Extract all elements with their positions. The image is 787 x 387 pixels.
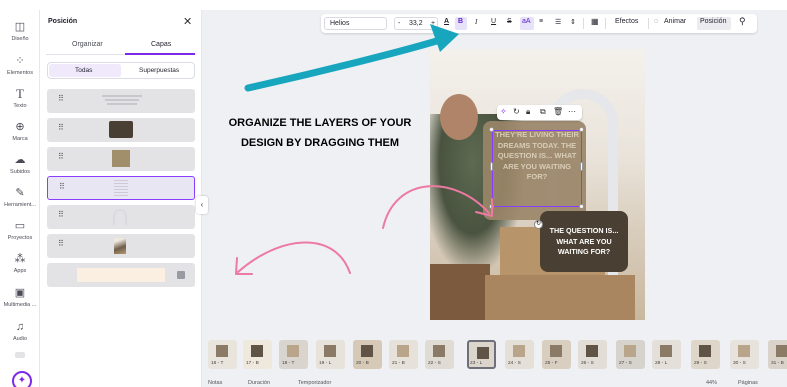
page-label: 27 - S <box>619 361 632 366</box>
pages-button[interactable]: Páginas <box>738 380 758 386</box>
page-thumbnail-image <box>361 345 373 357</box>
page-thumbnail-image <box>216 345 228 357</box>
page-label: 25 - F <box>545 361 558 366</box>
page-label: 20 - B <box>356 361 369 366</box>
page-thumbnail-image <box>433 345 445 357</box>
teal-arrow <box>244 24 459 92</box>
page-thumbnail-image <box>738 345 750 357</box>
zoom-value[interactable]: 44% <box>706 380 717 386</box>
page-label: 29 - S <box>694 361 707 366</box>
page-thumbnail-image <box>287 345 299 357</box>
page-label: 18 - T <box>282 361 295 366</box>
page-thumbnail-image <box>624 345 636 357</box>
page-thumbnail-image <box>513 345 525 357</box>
page-label: 19 - L <box>319 361 332 366</box>
duration-button[interactable]: Duración <box>248 380 270 386</box>
page-thumbnail-image <box>251 345 263 357</box>
page-thumbnail-image <box>776 345 787 357</box>
page-label: 28 - L <box>655 361 668 366</box>
pink-arrow-left <box>235 241 351 275</box>
page-label: 17 - B <box>246 361 259 366</box>
page-thumbnail-image <box>397 345 409 357</box>
page-thumbnail-image <box>586 345 598 357</box>
notes-button[interactable]: Notas <box>208 380 222 386</box>
page-label: 16 - T <box>211 361 224 366</box>
page-label: 23 - L <box>470 361 483 366</box>
page-thumbnail-image <box>660 345 672 357</box>
page-label: 31 - B <box>771 361 784 366</box>
pink-arrow-right <box>382 185 493 229</box>
page-label: 22 - S <box>428 361 441 366</box>
timer-button[interactable]: Temporizador <box>298 380 331 386</box>
page-label: 26 - S <box>581 361 594 366</box>
page-thumbnail-image <box>699 345 711 357</box>
page-thumbnail-image <box>550 345 562 357</box>
page-label: 30 - S <box>733 361 746 366</box>
page-label: 21 - B <box>392 361 405 366</box>
page-thumbnail-image <box>324 345 336 357</box>
annotation-arrows <box>235 24 493 275</box>
page-thumbnail-image <box>477 347 489 359</box>
page-label: 24 - S <box>508 361 521 366</box>
